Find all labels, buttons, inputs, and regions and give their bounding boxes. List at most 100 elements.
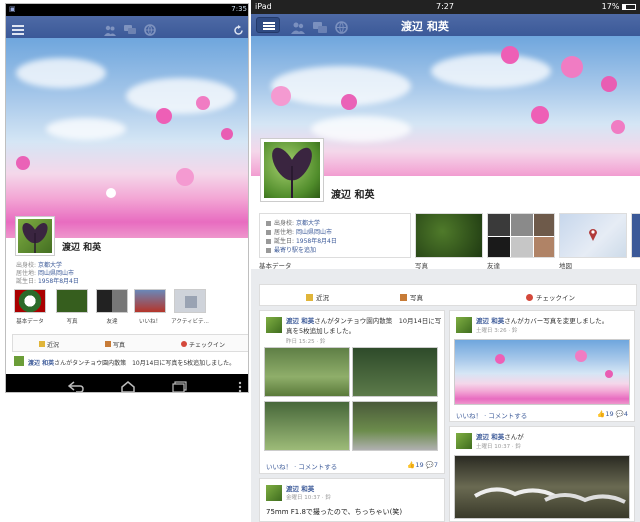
about-education: 出身校: 京都大学 bbox=[266, 218, 320, 227]
ipad-screen: iPad 7:27 17% 渡辺 和英 渡辺 和英 出身校: 京都大学 居住地:… bbox=[251, 0, 640, 522]
post-photo-4[interactable] bbox=[352, 401, 438, 451]
status-time: 7:27 bbox=[436, 2, 454, 11]
page-title: 渡辺 和英 bbox=[401, 20, 449, 33]
profile-tiles: 基本データ 写真 友達 いいね！ アクティビテ... bbox=[12, 289, 248, 329]
home-icon[interactable] bbox=[120, 378, 136, 392]
facebook-navbar bbox=[6, 16, 248, 38]
messages-icon[interactable] bbox=[313, 19, 327, 33]
tile-photos[interactable] bbox=[415, 213, 483, 258]
photo-button[interactable]: 写真 bbox=[400, 292, 423, 302]
post-actions: いいね！ · コメントする bbox=[266, 463, 338, 471]
post-card-photos[interactable]: 渡辺 和英さんがタンチョウ園内散策 10月14日に写真を5枚追加しました。 昨日… bbox=[259, 310, 445, 474]
status-icon bbox=[39, 341, 45, 347]
back-icon[interactable] bbox=[67, 378, 84, 392]
info-birthday: 誕生日: 1958年8月4日 bbox=[16, 278, 79, 285]
menu-button[interactable] bbox=[256, 17, 280, 33]
composer-actions: 近況 写真 チェックイン bbox=[259, 284, 637, 306]
post-avatar bbox=[266, 485, 282, 501]
post-avatar bbox=[456, 317, 472, 333]
like-link[interactable]: いいね！ bbox=[266, 463, 292, 471]
status-time: 7:35 bbox=[231, 5, 247, 13]
post-cover-photo[interactable] bbox=[454, 339, 630, 405]
about-label: 基本データ bbox=[259, 262, 292, 270]
recent-apps-icon[interactable] bbox=[172, 378, 188, 392]
tile-basic-info[interactable] bbox=[14, 289, 46, 313]
friends-icon[interactable] bbox=[291, 19, 305, 34]
comment-link[interactable]: コメントする bbox=[298, 463, 337, 471]
map-pin-icon bbox=[588, 226, 598, 245]
tile-friends[interactable] bbox=[96, 289, 128, 313]
post-text: 75mm F1.8で撮ったので、ちっちゃい(笑) bbox=[266, 508, 403, 516]
photo-button[interactable]: 写真 bbox=[105, 340, 125, 349]
post-photo-2[interactable] bbox=[352, 347, 438, 397]
about-add-station[interactable]: 最寄り駅を追加 bbox=[266, 245, 316, 254]
post-stats: 👍19 💬7 bbox=[407, 461, 438, 469]
tile-map-label: 地図 bbox=[559, 262, 572, 270]
tile-activity[interactable] bbox=[174, 289, 206, 313]
status-button[interactable]: 近況 bbox=[306, 292, 329, 302]
profile-name: 渡辺 和英 bbox=[331, 190, 375, 201]
post-stats: 👍19 💬4 bbox=[597, 410, 628, 418]
composer-actions: 近況 写真 チェックイン bbox=[12, 334, 248, 352]
notification-icon: ▣ bbox=[9, 5, 16, 13]
post-photo-3[interactable] bbox=[264, 401, 350, 451]
post-avatar bbox=[14, 356, 24, 366]
screenshot-root: ▣ 7:35 渡辺 和英 出身校: 京都大学 居住地: 岡山県岡山市 誕生日: … bbox=[0, 0, 640, 522]
about-residence: 居住地: 岡山県岡山市 bbox=[266, 227, 332, 236]
status-icon bbox=[306, 294, 313, 301]
status-button[interactable]: 近況 bbox=[39, 340, 59, 349]
menu-icon[interactable] bbox=[12, 21, 24, 35]
tile-photos[interactable] bbox=[56, 289, 88, 313]
cover-photo bbox=[6, 38, 248, 238]
checkin-button[interactable]: チェックイン bbox=[526, 292, 575, 302]
post-photo-1[interactable] bbox=[264, 347, 350, 397]
notifications-icon[interactable] bbox=[335, 19, 349, 34]
android-nav-bar bbox=[6, 374, 248, 392]
comment-link[interactable]: コメントする bbox=[488, 412, 527, 420]
about-box[interactable]: 出身校: 京都大学 居住地: 岡山県岡山市 誕生日: 1958年8月4日 最寄り… bbox=[259, 213, 411, 258]
post-header: 渡辺 和英さんがカバー写真を変更しました。 bbox=[476, 317, 609, 325]
post-header: 渡辺 和英さんが bbox=[476, 433, 524, 441]
tile-photos-label: 写真 bbox=[415, 262, 428, 270]
post-time: 土曜日 10:37 · 鈴 bbox=[476, 444, 521, 450]
tile-friends-label: 友達 bbox=[487, 262, 500, 270]
photo-icon bbox=[105, 341, 111, 347]
overflow-menu-icon[interactable] bbox=[238, 378, 242, 392]
activity-icon bbox=[185, 296, 197, 308]
post-time: 金曜日 10:37 · 鈴 bbox=[286, 495, 331, 501]
device-label: iPad bbox=[255, 2, 272, 11]
checkin-icon bbox=[181, 341, 187, 347]
like-link[interactable]: いいね！ bbox=[456, 412, 482, 420]
tile-photos-label: 写真 bbox=[66, 319, 78, 325]
post-card-cover[interactable]: 渡辺 和英さんがカバー写真を変更しました。 土曜日 3:26 · 鈴 いいね！ … bbox=[449, 310, 635, 422]
post-time: 土曜日 3:26 · 鈴 bbox=[476, 328, 518, 334]
post-header: 渡辺 和英さんがタンチョウ園内散策 10月14日に写真を5枚追加しました。 bbox=[286, 317, 442, 335]
battery-level: 17% bbox=[602, 2, 636, 11]
comment-count-icon: 💬 bbox=[425, 461, 434, 469]
post-actions: いいね！ · コメントする bbox=[456, 412, 528, 420]
tile-map[interactable] bbox=[559, 213, 627, 258]
android-status-bar: ▣ 7:35 bbox=[6, 4, 248, 16]
tile-activity-label: アクティビテ... bbox=[171, 319, 209, 325]
tile-likes-label: いいね！ bbox=[138, 319, 161, 325]
post-card-birds[interactable]: 渡辺 和英さんが 土曜日 10:37 · 鈴 bbox=[449, 426, 635, 522]
about-birthday: 誕生日: 1958年8月4日 bbox=[266, 236, 337, 245]
photo-icon bbox=[400, 294, 407, 301]
tile-more[interactable] bbox=[631, 213, 640, 258]
post-time: 昨日 15:25 · 鈴 bbox=[286, 339, 326, 345]
battery-icon bbox=[622, 4, 636, 10]
post-avatar bbox=[456, 433, 472, 449]
post-card-text[interactable]: 渡辺 和英 金曜日 10:37 · 鈴 75mm F1.8で撮ったので、ちっちゃ… bbox=[259, 478, 445, 522]
tile-basic-info-label: 基本データ bbox=[16, 319, 44, 325]
checkin-icon bbox=[526, 294, 533, 301]
tile-likes[interactable] bbox=[134, 289, 166, 313]
ios-status-bar: iPad 7:27 17% bbox=[251, 0, 640, 14]
checkin-button[interactable]: チェックイン bbox=[181, 340, 225, 349]
profile-picture[interactable] bbox=[15, 216, 55, 256]
facebook-navbar: 渡辺 和英 bbox=[251, 14, 640, 36]
tile-friends[interactable] bbox=[487, 213, 555, 258]
profile-picture[interactable] bbox=[260, 138, 324, 202]
android-phone-screen: ▣ 7:35 渡辺 和英 出身校: 京都大学 居住地: 岡山県岡山市 誕生日: … bbox=[5, 3, 249, 393]
post-preview[interactable]: 渡辺 和英さんがタンチョウ園内散策 10月14日に写真を5枚追加しました。 bbox=[12, 356, 248, 370]
post-photo-birds[interactable] bbox=[454, 455, 630, 519]
